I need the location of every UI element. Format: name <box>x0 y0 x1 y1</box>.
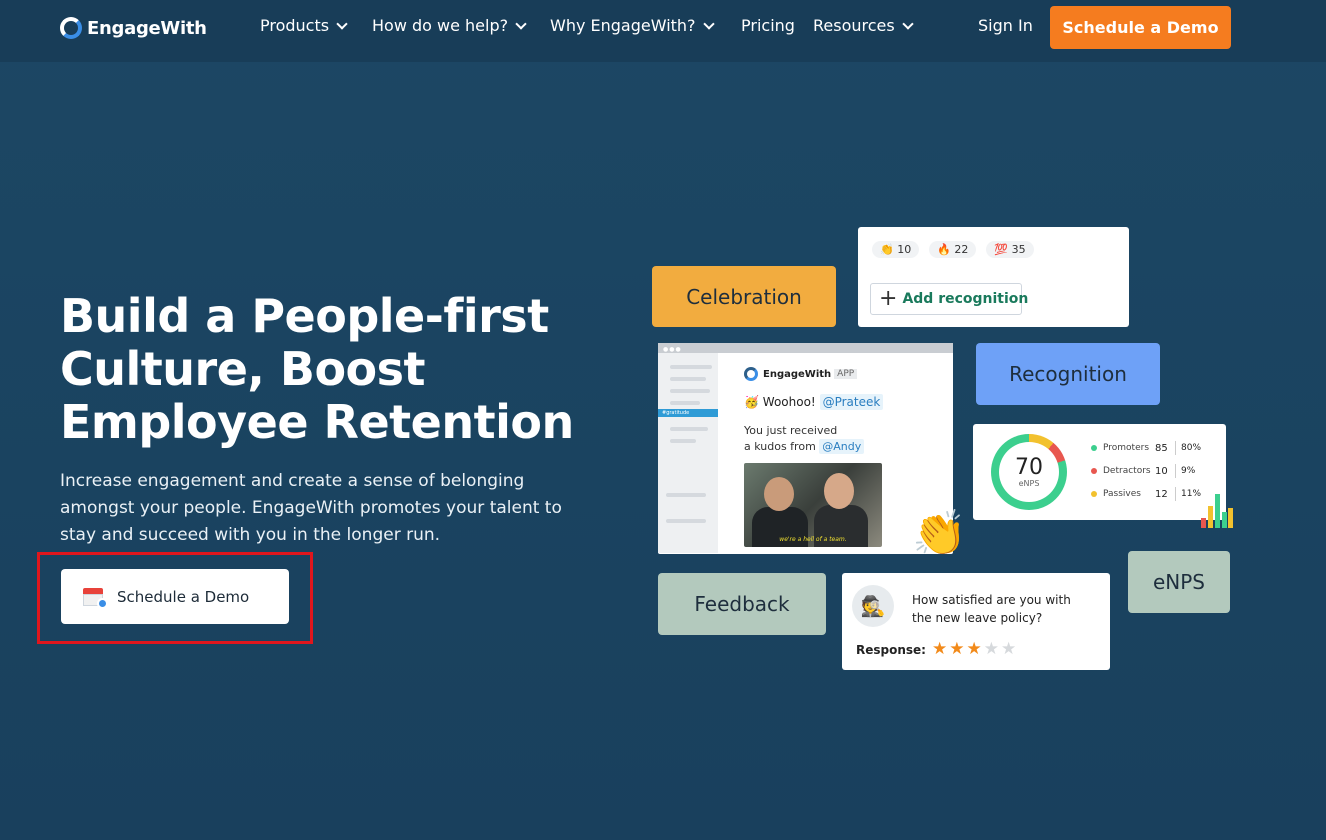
star-filled-icon: ★ <box>949 639 967 659</box>
reaction-list: 👏 10 🔥 22 💯 35 <box>872 241 1044 258</box>
nav-pricing-label: Pricing <box>741 16 795 35</box>
enps-row-pct: 9% <box>1181 466 1196 476</box>
message-greeting: 🥳 Woohoo! @Prateek <box>744 394 884 410</box>
nav-how-we-help-label: How do we help? <box>372 16 509 35</box>
feedback-tag: Feedback <box>658 573 826 635</box>
enps-row-count: 85 <box>1155 442 1168 454</box>
rating-stars: ★★★★★ <box>932 639 1018 659</box>
window-titlebar: ●●● <box>658 343 953 353</box>
nav-why-engagewith-label: Why EngageWith? <box>550 16 696 35</box>
enps-tag: eNPS <box>1128 551 1230 613</box>
reaction-count: 22 <box>954 243 969 256</box>
message-header: EngageWith APP <box>744 367 858 381</box>
enps-row-name: Promoters <box>1103 443 1150 453</box>
star-filled-icon: ★ <box>966 639 984 659</box>
enps-label: eNPS <box>1018 478 1040 488</box>
enps-row-name: Detractors <box>1103 466 1151 476</box>
reaction-pill: 💯 35 <box>986 241 1034 258</box>
hero-title: Build a People-first Culture, Boost Empl… <box>60 289 574 449</box>
enps-row-count: 10 <box>1155 465 1168 477</box>
add-recognition-button: + Add recognition <box>870 283 1028 315</box>
reactions-card: 👏 10 🔥 22 💯 35 + Add recognition <box>858 227 1129 327</box>
celebration-tag: Celebration <box>652 266 836 327</box>
status-dot-icon <box>1091 468 1097 474</box>
chevron-down-icon <box>336 17 348 30</box>
nav-resources-label: Resources <box>813 16 895 35</box>
reaction-pill: 👏 10 <box>872 241 920 258</box>
schedule-demo-label: Schedule a Demo <box>117 587 250 606</box>
plus-icon: + <box>879 286 898 311</box>
engagewith-logo-icon <box>60 17 82 39</box>
star-filled-icon: ★ <box>932 639 950 659</box>
kudos-gif-image: we're a hell of a team. <box>744 463 882 547</box>
reaction-count: 10 <box>897 243 912 256</box>
clapping-hands-icon: 👏 <box>912 508 967 559</box>
enps-row-name: Passives <box>1103 489 1141 499</box>
hero-subtitle: Increase engagement and create a sense o… <box>60 471 562 545</box>
chevron-down-icon <box>702 17 715 30</box>
status-dot-icon <box>1091 445 1097 451</box>
star-empty-icon: ★ <box>1001 639 1019 659</box>
greeting-text: Woohoo! <box>762 395 816 409</box>
nav-products[interactable]: Products <box>260 16 348 35</box>
mention-recipient: @Prateek <box>819 394 884 410</box>
schedule-demo-button[interactable]: Schedule a Demo <box>61 569 289 624</box>
sidebar-channel: #gratitude <box>658 409 718 417</box>
enps-card: 70 eNPS Promoters 85 80% Detractors 10 9… <box>973 424 1226 520</box>
clap-emoji-icon: 👏 <box>880 243 894 256</box>
message-window: ●●● #gratitude EngageWith APP 🥳 Woohoo! … <box>658 343 953 554</box>
nav-products-label: Products <box>260 16 330 35</box>
reaction-count: 35 <box>1011 243 1026 256</box>
chevron-down-icon <box>902 17 914 30</box>
chevron-down-icon <box>515 17 527 30</box>
engagewith-logo-icon <box>744 367 758 381</box>
message-body: You just received a kudos from @Andy <box>744 423 865 455</box>
add-recognition-label: Add recognition <box>902 291 1029 307</box>
message-line: a kudos from <box>744 440 816 453</box>
window-sidebar: #gratitude <box>658 353 718 553</box>
brand-name: EngageWith <box>87 17 207 39</box>
enps-score: 70 <box>1015 454 1043 480</box>
enps-row-detractors: Detractors 10 9% <box>1091 464 1195 478</box>
recognition-tag: Recognition <box>976 343 1160 405</box>
message-line: You just received <box>744 424 838 437</box>
nav-how-we-help[interactable]: How do we help? <box>372 16 527 35</box>
enps-row-passives: Passives 12 11% <box>1091 487 1201 501</box>
brand-logo[interactable]: EngageWith <box>60 14 207 42</box>
anonymous-spy-icon: 🕵 <box>852 585 894 627</box>
calendar-icon <box>83 586 108 609</box>
nav-resources[interactable]: Resources <box>813 16 914 35</box>
message-app-name: EngageWith <box>763 368 832 380</box>
enps-row-count: 12 <box>1155 488 1168 500</box>
nav-pricing[interactable]: Pricing <box>741 16 795 35</box>
gif-caption: we're a hell of a team. <box>779 536 847 543</box>
survey-question: How satisfied are you with the new leave… <box>912 593 1071 625</box>
star-empty-icon: ★ <box>983 639 1001 659</box>
sign-in-link[interactable]: Sign In <box>978 16 1033 35</box>
mention-sender: @Andy <box>819 439 865 454</box>
status-dot-icon <box>1091 491 1097 497</box>
enps-row-promoters: Promoters 85 80% <box>1091 441 1201 455</box>
enps-gauge: 70 eNPS <box>991 434 1067 510</box>
schedule-demo-nav-button[interactable]: Schedule a Demo <box>1050 6 1231 49</box>
response-label: Response: <box>856 643 926 657</box>
fire-emoji-icon: 🔥 <box>937 243 951 256</box>
enps-row-pct: 11% <box>1181 489 1202 499</box>
party-emoji-icon: 🥳 <box>744 395 759 409</box>
enps-row-pct: 80% <box>1181 443 1202 453</box>
survey-card: 🕵 How satisfied are you with the new lea… <box>842 573 1110 670</box>
app-badge: APP <box>834 369 858 379</box>
reaction-pill: 🔥 22 <box>929 241 977 258</box>
top-nav: EngageWith Products How do we help? Why … <box>0 0 1326 62</box>
nav-why-engagewith[interactable]: Why EngageWith? <box>550 16 715 35</box>
hundred-emoji-icon: 💯 <box>994 243 1009 256</box>
bar-chart-icon <box>1201 494 1233 528</box>
